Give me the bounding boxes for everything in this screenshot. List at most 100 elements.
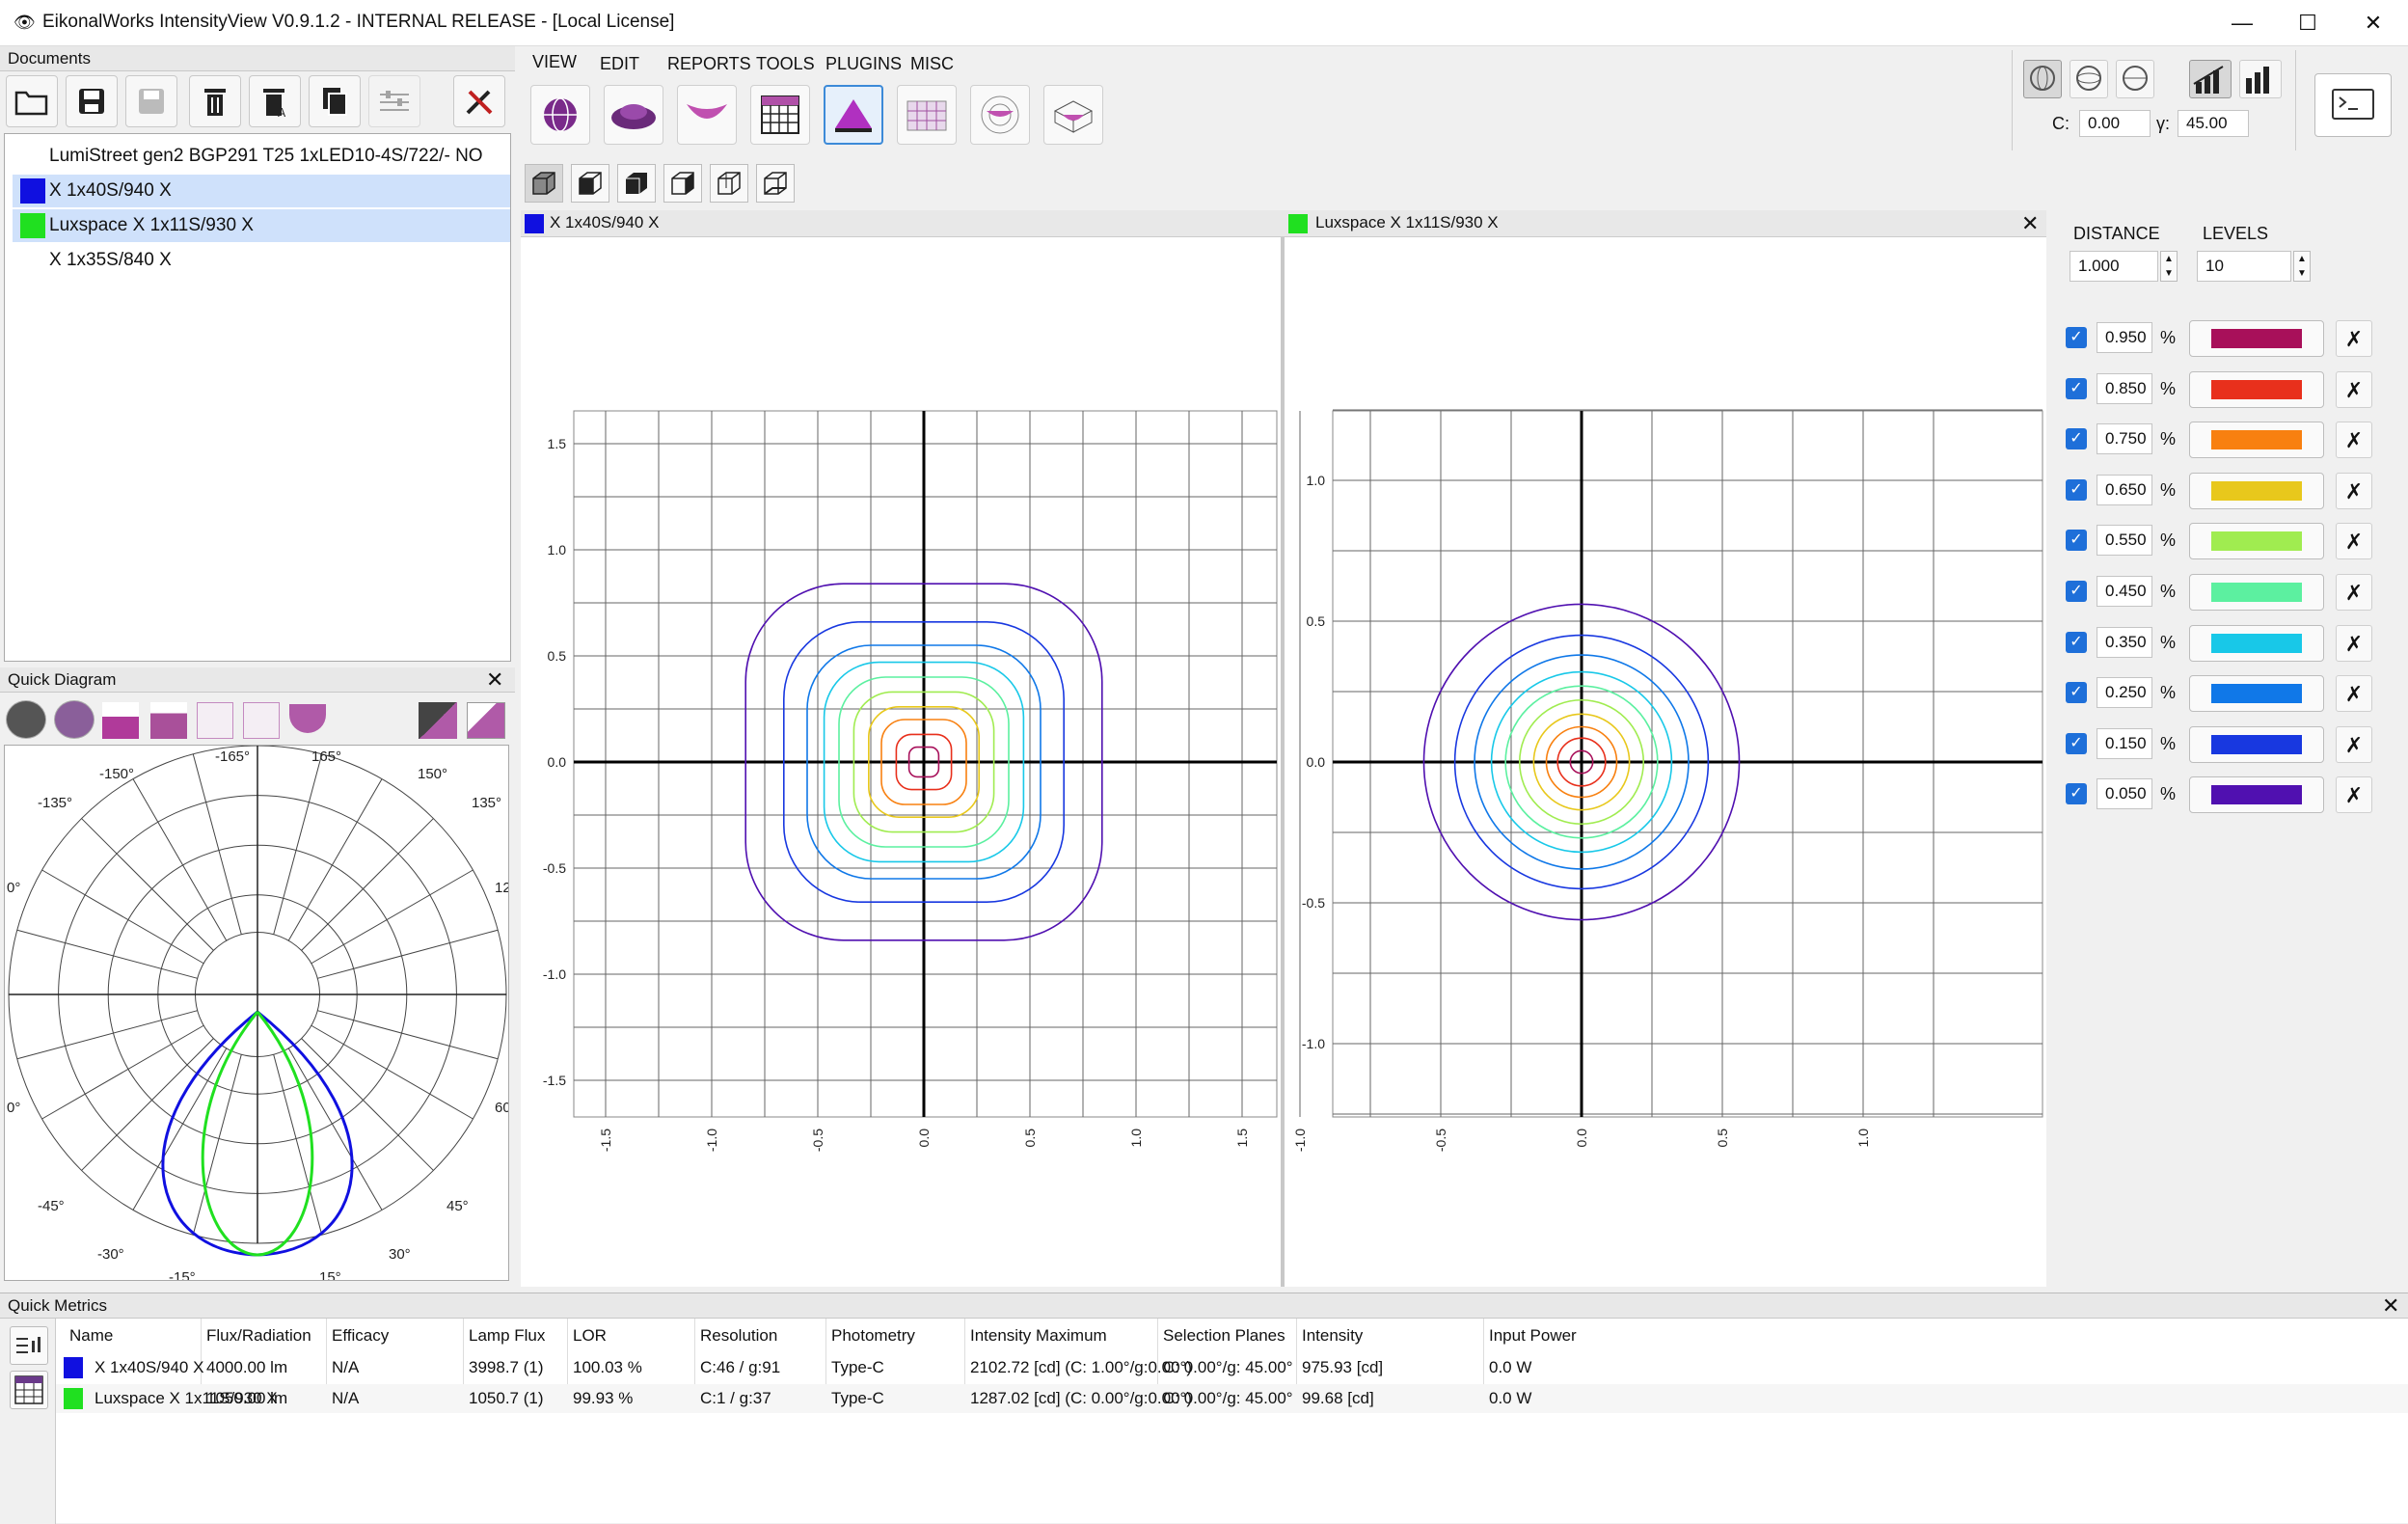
console-button[interactable] xyxy=(2314,73,2392,137)
grid-chart-button[interactable] xyxy=(243,702,280,739)
level-settings-icon[interactable]: ✗ xyxy=(2336,675,2372,713)
view-cube-bottom-button[interactable] xyxy=(756,164,795,203)
level-color-button[interactable] xyxy=(2189,574,2324,611)
level-value-field[interactable]: 0.850 xyxy=(2097,372,2152,404)
level-checkbox[interactable]: ✓ xyxy=(2066,783,2087,805)
histogram-button[interactable] xyxy=(150,702,187,739)
level-checkbox[interactable]: ✓ xyxy=(2066,327,2087,348)
column-header[interactable]: Input Power xyxy=(1489,1326,1577,1346)
globe-view-button[interactable] xyxy=(530,85,590,145)
polar-colored-button[interactable] xyxy=(54,700,95,739)
compare-chart-button[interactable] xyxy=(419,702,457,739)
level-checkbox[interactable]: ✓ xyxy=(2066,732,2087,754)
level-color-button[interactable] xyxy=(2189,523,2324,560)
view-cube-top-button[interactable] xyxy=(617,164,656,203)
column-header[interactable]: Photometry xyxy=(831,1326,915,1346)
aa-coordinate-button[interactable] xyxy=(2116,60,2154,98)
level-color-button[interactable] xyxy=(2189,675,2324,713)
level-value-field[interactable]: 0.150 xyxy=(2097,727,2152,759)
delete-all-button[interactable]: A xyxy=(249,75,301,127)
column-header[interactable]: Intensity Maximum xyxy=(970,1326,1107,1346)
view-cube-back-button[interactable] xyxy=(710,164,748,203)
level-checkbox[interactable]: ✓ xyxy=(2066,631,2087,653)
level-settings-icon[interactable]: ✗ xyxy=(2336,776,2372,814)
level-settings-icon[interactable]: ✗ xyxy=(2336,472,2372,509)
level-settings-icon[interactable]: ✗ xyxy=(2336,370,2372,408)
table-view-button[interactable] xyxy=(750,85,810,145)
list-view-button[interactable] xyxy=(10,1326,48,1365)
close-quick-diagram-icon[interactable]: ✕ xyxy=(486,667,503,693)
level-color-button[interactable] xyxy=(2189,370,2324,408)
level-checkbox[interactable]: ✓ xyxy=(2066,478,2087,501)
tools-wrench-button[interactable] xyxy=(453,75,505,127)
chart-mode-alt-button[interactable] xyxy=(2239,60,2282,98)
maximize-button[interactable]: ☐ xyxy=(2274,0,2341,46)
list-item[interactable]: Luxspace X 1x11S/930 X xyxy=(13,209,510,242)
level-value-field[interactable]: 0.050 xyxy=(2097,778,2152,810)
save-button[interactable] xyxy=(66,75,118,127)
column-header[interactable]: Name xyxy=(69,1326,113,1346)
gamma-value-field[interactable]: 45.00 xyxy=(2178,110,2249,137)
column-header[interactable]: Selection Planes xyxy=(1163,1326,1285,1346)
list-item[interactable]: LumiStreet gen2 BGP291 T25 1xLED10-4S/72… xyxy=(13,140,510,199)
level-value-field[interactable]: 0.350 xyxy=(2097,626,2152,658)
level-settings-icon[interactable]: ✗ xyxy=(2336,320,2372,357)
level-checkbox[interactable]: ✓ xyxy=(2066,377,2087,399)
distance-spinner[interactable]: ▲ ▼ xyxy=(2160,251,2178,282)
beam-view-button[interactable] xyxy=(677,85,737,145)
compare-button[interactable] xyxy=(368,75,420,127)
close-quick-metrics-icon[interactable]: ✕ xyxy=(2382,1293,2399,1319)
level-settings-icon[interactable]: ✗ xyxy=(2336,523,2372,560)
polar-grid-button[interactable] xyxy=(970,85,1030,145)
table-view-small-button[interactable] xyxy=(10,1371,48,1409)
table-row[interactable]: X 1x40S/940 X 4000.00 lm N/A 3998.7 (1) 100.… xyxy=(56,1353,2408,1382)
isolux-view-button[interactable] xyxy=(824,85,883,145)
level-value-field[interactable]: 0.250 xyxy=(2097,677,2152,709)
tab-reports[interactable]: REPORTS xyxy=(667,54,751,74)
level-color-button[interactable] xyxy=(2189,422,2324,459)
save-as-button[interactable] xyxy=(125,75,177,127)
view-cube-side-button[interactable] xyxy=(663,164,702,203)
level-checkbox[interactable]: ✓ xyxy=(2066,581,2087,602)
open-folder-button[interactable] xyxy=(6,75,58,127)
level-value-field[interactable]: 0.750 xyxy=(2097,423,2152,455)
close-plot-icon[interactable]: ✕ xyxy=(2021,210,2039,237)
column-header[interactable]: LOR xyxy=(573,1326,607,1346)
tab-view[interactable]: VIEW xyxy=(532,52,577,72)
level-settings-icon[interactable]: ✗ xyxy=(2336,725,2372,763)
level-checkbox[interactable]: ✓ xyxy=(2066,682,2087,704)
column-header[interactable]: Lamp Flux xyxy=(469,1326,545,1346)
polar-diagram-button[interactable] xyxy=(6,700,46,739)
beam-shape-button[interactable] xyxy=(289,704,326,733)
list-item[interactable]: X 1x35S/840 X xyxy=(13,244,510,277)
level-color-button[interactable] xyxy=(2189,725,2324,763)
column-header[interactable]: Efficacy xyxy=(332,1326,389,1346)
column-header[interactable]: Intensity xyxy=(1302,1326,1363,1346)
level-value-field[interactable]: 0.650 xyxy=(2097,474,2152,505)
cartesian-diagram-button[interactable] xyxy=(102,702,139,739)
list-item[interactable]: X 1x40S/940 X xyxy=(13,175,510,207)
c-value-field[interactable]: 0.00 xyxy=(2079,110,2151,137)
level-settings-icon[interactable]: ✗ xyxy=(2336,624,2372,662)
column-header[interactable]: Resolution xyxy=(700,1326,777,1346)
level-checkbox[interactable]: ✓ xyxy=(2066,530,2087,552)
level-value-field[interactable]: 0.950 xyxy=(2097,322,2152,353)
level-color-button[interactable] xyxy=(2189,776,2324,814)
bb-coordinate-button[interactable] xyxy=(2070,60,2108,98)
linear-chart-button[interactable] xyxy=(197,702,233,739)
level-color-button[interactable] xyxy=(2189,472,2324,509)
level-settings-icon[interactable]: ✗ xyxy=(2336,574,2372,611)
solid-3d-button[interactable] xyxy=(604,85,663,145)
grid-3d-button[interactable] xyxy=(897,85,957,145)
chart-mode-button[interactable] xyxy=(2189,60,2232,98)
tab-plugins[interactable]: PLUGINS xyxy=(825,54,902,74)
cg-coordinate-button[interactable] xyxy=(2023,60,2062,98)
level-value-field[interactable]: 0.550 xyxy=(2097,525,2152,557)
level-color-button[interactable] xyxy=(2189,320,2324,357)
copy-button[interactable] xyxy=(309,75,361,127)
levels-input[interactable]: 10 xyxy=(2197,251,2291,282)
tab-edit[interactable]: EDIT xyxy=(600,54,639,74)
level-checkbox[interactable]: ✓ xyxy=(2066,428,2087,450)
levels-spinner[interactable]: ▲ ▼ xyxy=(2293,251,2311,282)
level-settings-icon[interactable]: ✗ xyxy=(2336,422,2372,459)
